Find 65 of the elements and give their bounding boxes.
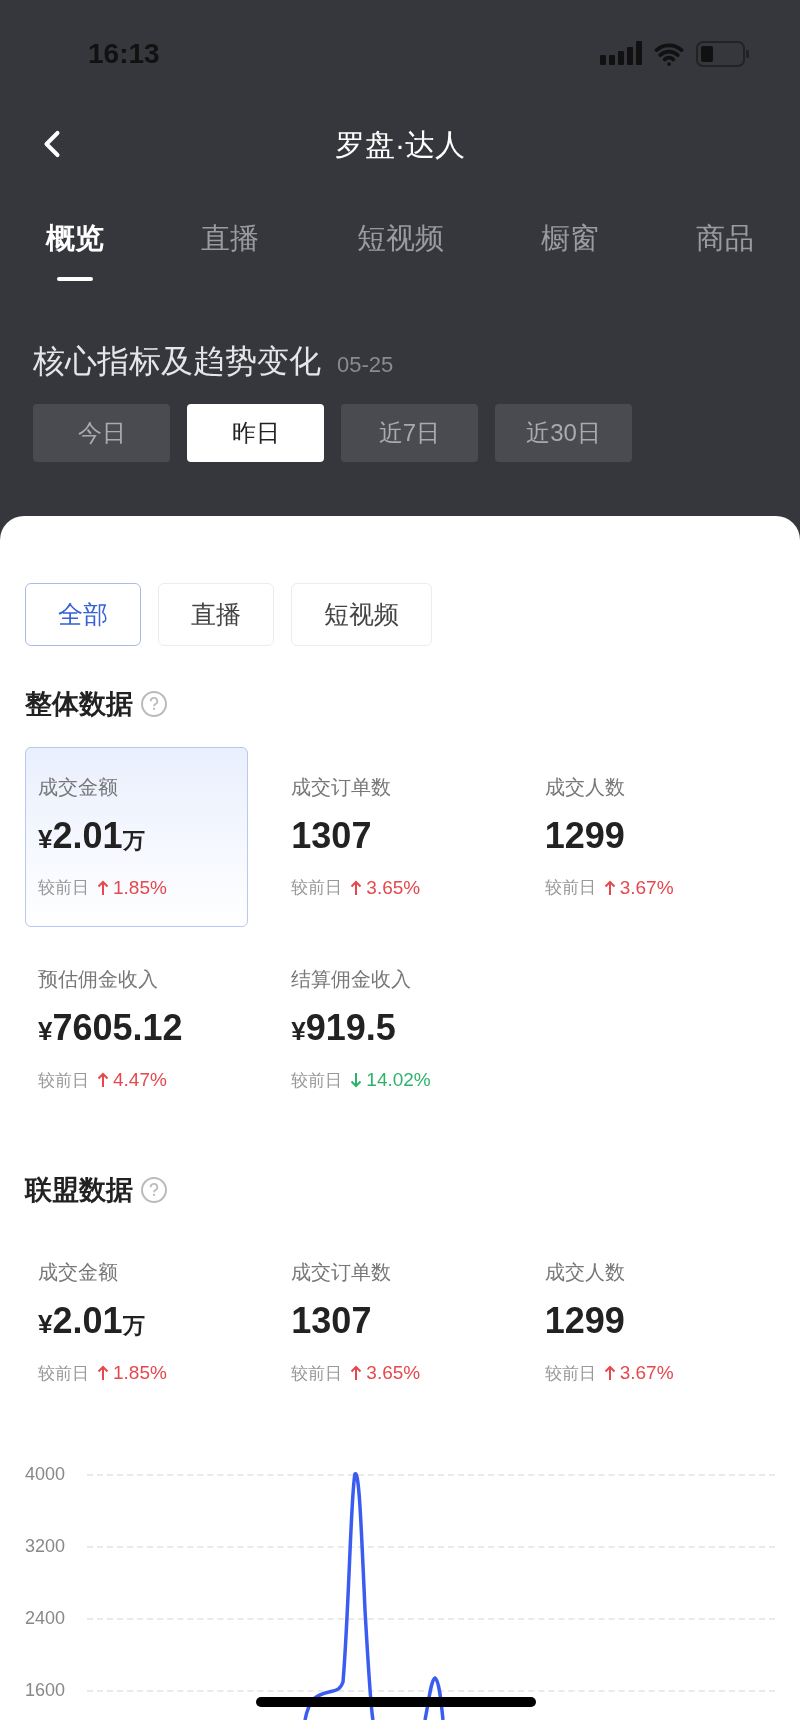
metric-label: 成交金额 xyxy=(38,774,119,800)
filter-button[interactable]: 直播 xyxy=(158,583,274,646)
help-icon[interactable] xyxy=(141,1176,167,1203)
nav-tab[interactable]: 橱窗 xyxy=(540,217,599,303)
metric[interactable]: 预估佣金收入 ¥7605.12 较前日 4.47% xyxy=(25,939,249,1120)
nav-tab[interactable]: 概览 xyxy=(46,217,104,303)
compare-label: 较前日 xyxy=(38,1362,89,1385)
metric[interactable]: 成交人数 1299 较前日 3.67% xyxy=(531,746,755,927)
metric-label: 成交订单数 xyxy=(291,1260,393,1285)
metric[interactable]: 成交人数 1299 较前日 3.67% xyxy=(531,1232,755,1413)
filter-button[interactable]: 全部 xyxy=(25,583,141,646)
y-axis-label: 1600 xyxy=(25,1679,67,1702)
y-axis-label: 2400 xyxy=(25,1607,67,1630)
section-date: 05-25 xyxy=(337,351,394,379)
nav-tab[interactable]: 直播 xyxy=(201,217,260,303)
change-value: 3.65% xyxy=(366,1361,421,1385)
change-value: 4.47% xyxy=(113,1068,167,1092)
metric-label: 结算佣金收入 xyxy=(291,967,413,992)
metric-value: 1299 xyxy=(544,817,626,854)
metric[interactable]: 结算佣金收入 ¥919.5 较前日 14.02% xyxy=(278,939,502,1120)
metric-value: ¥2.01万 xyxy=(38,1303,146,1339)
metric-label: 成交订单数 xyxy=(291,774,393,800)
metric-value: 1307 xyxy=(291,1303,373,1339)
metric-value: ¥919.5 xyxy=(291,1010,397,1046)
period-button[interactable]: 近7日 xyxy=(341,404,478,462)
nav-tab[interactable]: 短视频 xyxy=(356,217,444,303)
metric-value: ¥2.01万 xyxy=(38,817,146,854)
section-title: 核心指标及趋势变化 xyxy=(33,342,321,381)
y-axis-label: 4000 xyxy=(25,1463,67,1486)
y-axis-label: 3200 xyxy=(25,1535,67,1558)
group-title: 联盟数据 xyxy=(25,1173,133,1207)
compare-label: 较前日 xyxy=(544,1362,596,1385)
metric-value: 1307 xyxy=(291,817,373,854)
metric-label: 成交人数 xyxy=(544,774,626,800)
metric-card[interactable]: 成交金额 ¥2.01万 较前日 1.85% xyxy=(25,746,249,927)
compare-label: 较前日 xyxy=(291,1069,343,1092)
signal-icon xyxy=(600,41,642,67)
metric[interactable]: 成交金额 ¥2.01万 较前日 1.85% xyxy=(25,1232,249,1413)
metric[interactable]: 成交订单数 1307 较前日 3.65% xyxy=(278,1232,502,1413)
change-value: 3.67% xyxy=(619,875,674,900)
compare-label: 较前日 xyxy=(38,877,89,899)
metric-label: 预估佣金收入 xyxy=(38,967,159,992)
battery-icon xyxy=(696,41,750,67)
metric-label: 成交人数 xyxy=(544,1260,626,1285)
change-value: 1.85% xyxy=(113,1361,167,1385)
nav-tab[interactable]: 商品 xyxy=(696,217,754,303)
compare-label: 较前日 xyxy=(544,877,596,899)
metric[interactable]: 成交订单数 1307 较前日 3.65% xyxy=(278,746,502,927)
period-button[interactable]: 近30日 xyxy=(495,404,632,462)
help-icon[interactable] xyxy=(141,691,167,718)
change-value: 3.65% xyxy=(366,875,421,900)
period-button[interactable]: 今日 xyxy=(33,404,170,462)
change-value: 1.85% xyxy=(113,875,167,900)
change-value: 14.02% xyxy=(366,1068,431,1092)
metric-value: ¥7605.12 xyxy=(38,1010,184,1046)
metric-label: 成交金额 xyxy=(38,1260,119,1285)
metric-value: 1299 xyxy=(544,1303,626,1339)
page-title: 罗盘·达人 xyxy=(335,126,465,163)
compare-label: 较前日 xyxy=(38,1069,89,1092)
change-value: 3.67% xyxy=(619,1361,674,1385)
group-title: 整体数据 xyxy=(25,688,133,721)
compare-label: 较前日 xyxy=(291,877,343,899)
period-button[interactable]: 昨日 xyxy=(187,404,324,462)
filter-button[interactable]: 短视频 xyxy=(291,583,432,646)
compare-label: 较前日 xyxy=(291,1362,343,1385)
